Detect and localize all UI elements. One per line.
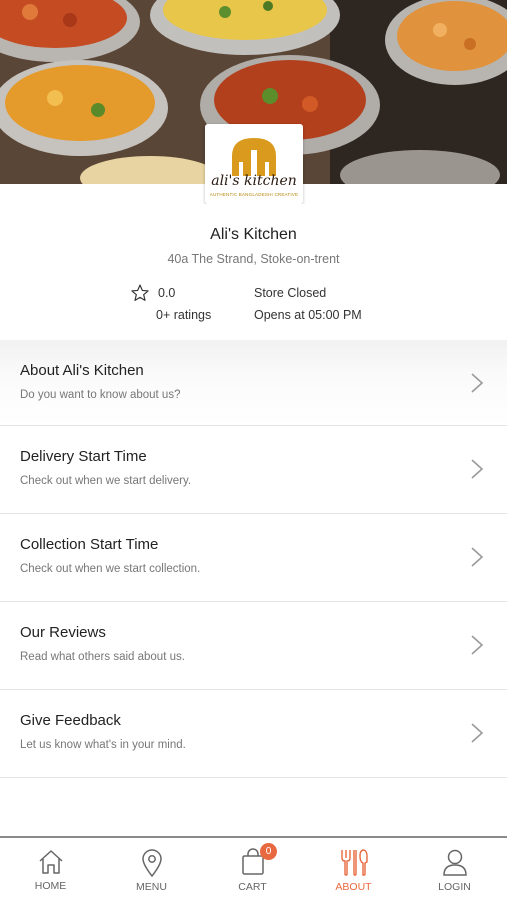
ratings-count: 0+ ratings (156, 308, 212, 322)
menu-item-title: Collection Start Time (20, 536, 159, 553)
menu-item-our-reviews[interactable]: Our Reviews Read what others said about … (0, 602, 507, 690)
chevron-right-icon (471, 547, 484, 567)
tab-menu[interactable]: MENU (101, 838, 202, 900)
store-status: Store Closed (254, 286, 327, 300)
home-icon (38, 850, 63, 874)
cutlery-icon (340, 849, 368, 876)
bottom-tab-bar: HOME MENU 0 CART ABOUT LOGIN (0, 836, 507, 900)
chevron-right-icon (471, 635, 484, 655)
user-icon (442, 849, 467, 876)
about-menu-list: About Ali's Kitchen Do you want to know … (0, 340, 507, 778)
menu-item-collection-start-time[interactable]: Collection Start Time Check out when we … (0, 514, 507, 602)
menu-item-subtitle: Check out when we start collection. (20, 563, 201, 575)
menu-item-title: Our Reviews (20, 624, 106, 641)
tab-label: ABOUT (335, 881, 372, 893)
tab-label: HOME (34, 880, 67, 892)
menu-item-subtitle: Check out when we start delivery. (20, 475, 192, 487)
star-icon (131, 284, 149, 301)
logo-wordmark: ali's kitchen (211, 173, 297, 189)
tab-label: LOGIN (438, 881, 471, 893)
menu-item-subtitle: Do you want to know about us? (20, 389, 181, 401)
tab-login[interactable]: LOGIN (404, 838, 505, 900)
restaurant-logo: ali's kitchen AUTHENTIC BANGLADESHI CREA… (205, 124, 303, 204)
chevron-right-icon (471, 459, 484, 479)
tab-label: MENU (136, 881, 167, 893)
store-opening-time: Opens at 05:00 PM (254, 308, 362, 322)
menu-item-subtitle: Let us know what's in your mind. (20, 739, 186, 751)
chevron-right-icon (471, 373, 484, 393)
tab-home[interactable]: HOME (0, 838, 101, 900)
store-address: 40a The Strand, Stoke-on-trent (167, 252, 340, 266)
menu-item-title: Give Feedback (20, 712, 121, 729)
logo-tagline: AUTHENTIC BANGLADESHI CREATIVE (209, 192, 299, 197)
store-info-panel: Ali's Kitchen 40a The Strand, Stoke-on-t… (0, 204, 507, 340)
chevron-right-icon (471, 723, 484, 743)
store-name: Ali's Kitchen (210, 226, 297, 243)
tab-about[interactable]: ABOUT (303, 838, 404, 900)
location-pin-icon (141, 849, 162, 878)
tab-label: CART (238, 881, 267, 893)
menu-item-subtitle: Read what others said about us. (20, 651, 185, 663)
cart-count-badge: 0 (260, 843, 277, 860)
menu-item-about[interactable]: About Ali's Kitchen Do you want to know … (0, 340, 507, 426)
taj-dome-icon (232, 138, 276, 176)
menu-item-delivery-start-time[interactable]: Delivery Start Time Check out when we st… (0, 426, 507, 514)
menu-item-title: Delivery Start Time (20, 448, 147, 465)
rating-value: 0.0 (158, 286, 176, 300)
menu-item-title: About Ali's Kitchen (20, 362, 144, 379)
menu-item-give-feedback[interactable]: Give Feedback Let us know what's in your… (0, 690, 507, 778)
tab-cart[interactable]: 0 CART (202, 838, 303, 900)
